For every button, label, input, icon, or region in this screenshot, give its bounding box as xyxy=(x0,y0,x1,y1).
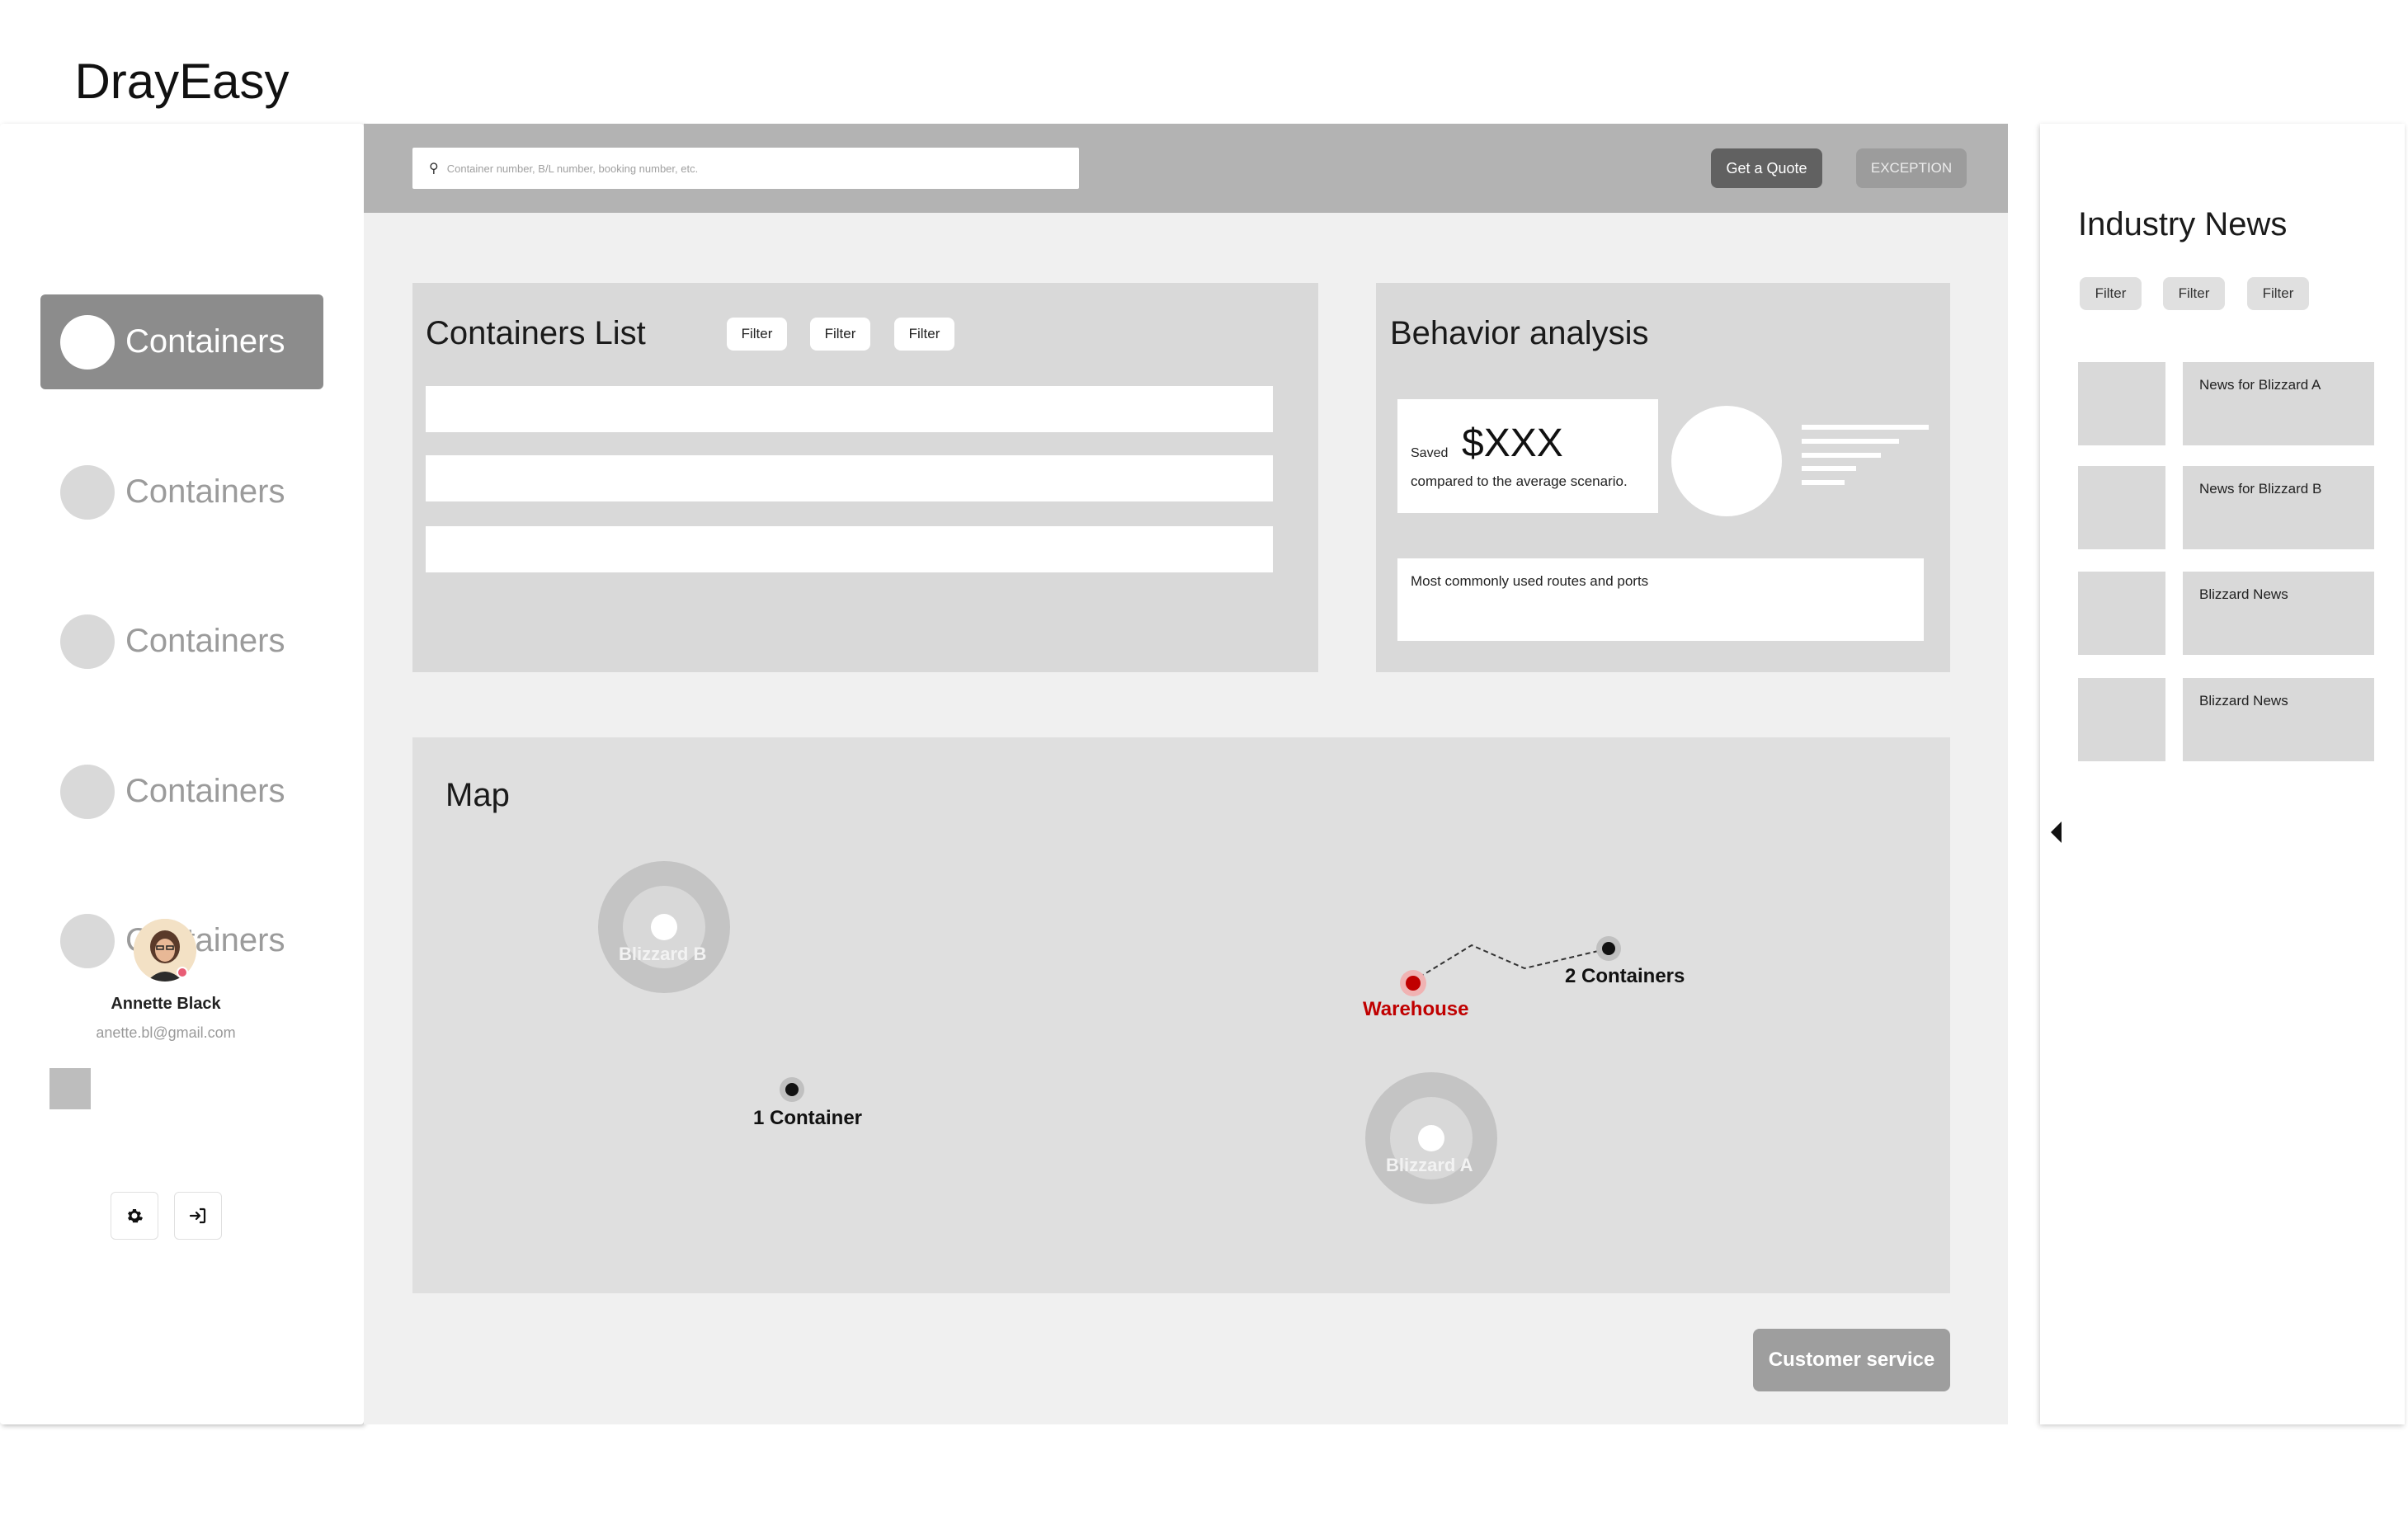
news-item[interactable]: News for Blizzard A xyxy=(2183,362,2374,445)
routes-box[interactable] xyxy=(1397,558,1924,641)
app-logo: DrayEasy xyxy=(74,54,290,109)
text-line-placeholder xyxy=(1802,466,1856,471)
settings-button[interactable] xyxy=(111,1192,158,1240)
sidebar-item-containers-4[interactable]: Containers xyxy=(40,744,323,839)
status-dot xyxy=(177,967,188,978)
nav-circle-icon xyxy=(60,464,115,520)
warehouse-dot-icon xyxy=(1406,976,1421,991)
storm-center-icon xyxy=(1418,1125,1444,1151)
text-line-placeholder xyxy=(1802,439,1899,444)
sidebar-item-containers-2[interactable]: Containers xyxy=(40,445,323,539)
storm-center-icon xyxy=(651,914,677,940)
saved-amount: $XXX xyxy=(1462,421,1563,465)
user-email: anette.bl@gmail.com xyxy=(96,1024,236,1041)
marker-dot-icon xyxy=(785,1083,799,1096)
news-item-title: Blizzard News xyxy=(2199,693,2288,709)
news-item[interactable]: News for Blizzard B xyxy=(2183,466,2374,549)
news-item-title: News for Blizzard B xyxy=(2199,481,2322,497)
sidebar-item-label: Containers xyxy=(125,473,285,510)
news-item-title: News for Blizzard A xyxy=(2199,377,2321,393)
saved-description: compared to the average scenario. xyxy=(1411,473,1628,489)
sidebar-item-label: Containers xyxy=(125,323,285,360)
warehouse-label: Warehouse xyxy=(1363,998,1469,1020)
search-input[interactable]: ⚲ Container number, B/L number, booking … xyxy=(412,148,1079,189)
news-item[interactable]: Blizzard News xyxy=(2183,572,2374,655)
news-thumbnail[interactable] xyxy=(2078,466,2165,549)
news-panel xyxy=(2040,124,2405,1424)
text-line-placeholder xyxy=(1802,453,1881,458)
news-filter-chip[interactable]: Filter xyxy=(2163,277,2225,310)
get-quote-button[interactable]: Get a Quote xyxy=(1711,148,1822,188)
search-icon: ⚲ xyxy=(429,162,439,176)
marker-label: 2 Containers xyxy=(1565,965,1685,987)
theme-toggle-button[interactable] xyxy=(49,1068,91,1109)
list-item[interactable] xyxy=(426,386,1273,432)
exception-button[interactable]: EXCEPTION xyxy=(1856,148,1967,188)
nav-circle-icon xyxy=(60,913,115,968)
news-filter-chip[interactable]: Filter xyxy=(2247,277,2309,310)
customer-service-button[interactable]: Customer service xyxy=(1753,1329,1950,1391)
filter-chip[interactable]: Filter xyxy=(727,318,787,351)
nav-circle-icon xyxy=(60,764,115,819)
nav-circle-icon xyxy=(60,614,115,669)
news-item[interactable]: Blizzard News xyxy=(2183,678,2374,761)
logout-icon xyxy=(189,1208,206,1224)
news-item-title: Blizzard News xyxy=(2199,586,2288,602)
news-filter-chip[interactable]: Filter xyxy=(2080,277,2142,310)
sidebar-item-label: Containers xyxy=(125,773,285,809)
collapse-arrow-icon[interactable] xyxy=(2051,821,2062,843)
logout-button[interactable] xyxy=(174,1192,222,1240)
user-name: Annette Black xyxy=(111,995,221,1013)
filter-chip[interactable]: Filter xyxy=(894,318,954,351)
news-thumbnail[interactable] xyxy=(2078,678,2165,761)
sidebar-item-label: Containers xyxy=(125,623,285,659)
text-line-placeholder xyxy=(1802,425,1929,430)
marker-label: 1 Container xyxy=(753,1107,863,1129)
behavior-analysis-title: Behavior analysis xyxy=(1390,315,1649,351)
settings-icon xyxy=(128,1209,143,1223)
sidebar-item-containers-1[interactable]: Containers xyxy=(40,294,323,389)
list-item[interactable] xyxy=(426,526,1273,572)
news-thumbnail[interactable] xyxy=(2078,572,2165,655)
saved-label: Saved xyxy=(1411,446,1449,460)
filter-chip[interactable]: Filter xyxy=(810,318,870,351)
news-title: Industry News xyxy=(2078,206,2288,242)
behavior-chart-placeholder xyxy=(1671,406,1782,516)
nav-circle-icon xyxy=(60,314,115,370)
search-placeholder: Container number, B/L number, booking nu… xyxy=(446,162,699,175)
routes-label: Most commonly used routes and ports xyxy=(1411,573,1649,589)
sidebar-item-containers-3[interactable]: Containers xyxy=(40,594,323,689)
list-item[interactable] xyxy=(426,455,1273,501)
map-card[interactable] xyxy=(412,737,1950,1293)
marker-dot-icon xyxy=(1602,942,1615,955)
text-line-placeholder xyxy=(1802,480,1845,485)
storm-label: Blizzard A xyxy=(1386,1155,1473,1175)
news-thumbnail[interactable] xyxy=(2078,362,2165,445)
map-title: Map xyxy=(445,777,510,813)
containers-list-title: Containers List xyxy=(426,315,646,351)
storm-label: Blizzard B xyxy=(619,944,707,964)
